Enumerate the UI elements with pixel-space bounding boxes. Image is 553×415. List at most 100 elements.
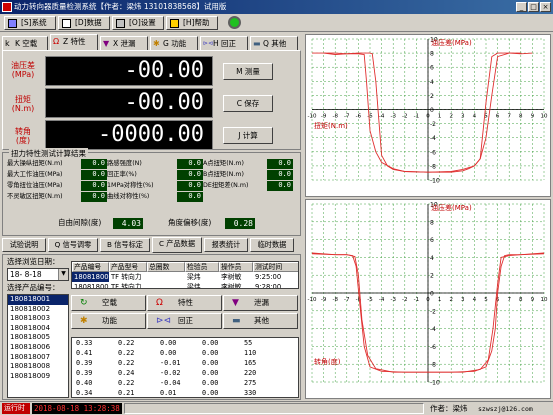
x-tick-label: 1: [438, 297, 442, 303]
product-list-item[interactable]: 180818008: [8, 362, 68, 372]
x-tick-label: 5: [484, 297, 488, 303]
grid-cell[interactable]: 李树敏: [219, 272, 253, 282]
grid-cell[interactable]: 梁炜: [185, 272, 219, 282]
tab-characteristic[interactable]: ΩZ 特性: [50, 34, 98, 50]
data-cell: 0.00: [160, 339, 177, 347]
other-icon: ▬: [232, 316, 241, 326]
y-tick-label: 2: [430, 93, 434, 100]
inner-no-load-button[interactable]: ↻ 空载: [71, 295, 146, 311]
x-tick-label: -7: [344, 114, 350, 120]
y-tick-label: -2: [430, 121, 436, 128]
data-table[interactable]: 0.33 0.22 0.00 0.00 55 0.41 0.22 0.00 0.00 110 0.3…: [71, 337, 299, 398]
status-running: 运行时: [2, 403, 30, 414]
menu-system-label: [S]系统: [21, 18, 47, 27]
grid-cell[interactable]: [147, 282, 185, 288]
inner-return-button[interactable]: ⊳⊲ 回正: [147, 313, 222, 329]
app-icon: [2, 2, 12, 12]
x-tick-label: -4: [379, 297, 385, 303]
product-list-item[interactable]: 180818004: [8, 324, 68, 334]
inner-return-button-label: 回正: [178, 316, 193, 325]
tab-function-label: G 功能: [163, 39, 187, 48]
bottom-tabs: 试验说明 Q 信号调零 B 信号标定 C 产品数据 报表统计 临时数据: [2, 237, 301, 253]
grid-header[interactable]: 检验员: [185, 262, 219, 272]
tab-no-load[interactable]: k K 空载: [2, 36, 48, 50]
inner-other-button-label: 其他: [254, 316, 269, 325]
data-cell: 0.01: [160, 389, 177, 397]
x-tick-label: -2: [402, 297, 407, 303]
grid-header[interactable]: 操作员: [219, 262, 253, 272]
date-select[interactable]: 18- 8-18 ▼: [7, 268, 69, 281]
inner-other-button[interactable]: ▬ 其他: [223, 313, 298, 329]
data-cell: 0.00: [202, 389, 219, 397]
x-tick-label: -2: [402, 114, 407, 120]
tab-signal-zero[interactable]: Q 信号调零: [48, 238, 98, 252]
tab-test-notes[interactable]: 试验说明: [2, 238, 46, 252]
grid-cell[interactable]: TF 转向力: [109, 282, 147, 288]
product-list-item[interactable]: 180818005: [8, 333, 68, 343]
angle-display: -0000.00: [45, 120, 213, 150]
data-cell: 0.00: [202, 339, 219, 347]
tab-other-label: Q 其他: [263, 39, 287, 48]
menu-settings[interactable]: [O]设置: [112, 16, 164, 30]
product-list-item[interactable]: 180818006: [8, 343, 68, 353]
data-cell: 110: [244, 349, 257, 357]
tab-report-stats[interactable]: 报表统计: [204, 238, 248, 252]
grid-cell[interactable]: 梁炜: [185, 282, 219, 288]
grid-header[interactable]: 产品编号: [72, 262, 109, 272]
y-tick-label: -8: [430, 163, 436, 170]
tab-function[interactable]: ✱ G 功能: [150, 36, 198, 50]
product-list-item[interactable]: 180818007: [8, 353, 68, 363]
product-list-item[interactable]: 180818001: [8, 295, 68, 305]
data-cell: 0.00: [202, 349, 219, 357]
maximize-button[interactable]: □: [528, 2, 539, 12]
return-icon: ⊳⊲: [203, 40, 214, 47]
tab-signal-calibration[interactable]: B 信号标定: [100, 238, 150, 252]
grid-header[interactable]: 产品型号: [109, 262, 147, 272]
close-button[interactable]: ×: [540, 2, 551, 12]
grid-header[interactable]: 总圈数: [147, 262, 185, 272]
tab-temp-data[interactable]: 临时数据: [250, 238, 294, 252]
tab-other[interactable]: ▬ Q 其他: [250, 36, 298, 50]
minimize-button[interactable]: _: [516, 2, 527, 12]
measure-button-label: M 测量: [236, 67, 260, 76]
chevron-down-icon[interactable]: ▼: [58, 269, 68, 280]
tab-no-load-label: K 空载: [15, 39, 38, 48]
grid-cell[interactable]: [147, 272, 185, 282]
tab-return[interactable]: ⊳⊲ H 回正: [200, 36, 248, 50]
result-label: 不灵敏区扭矩(N.m): [7, 193, 63, 200]
save-button[interactable]: C 保存: [223, 95, 273, 112]
date-label: 选择浏览日期：: [7, 257, 60, 266]
series-line: [323, 52, 521, 173]
tab-product-data[interactable]: C 产品数据: [152, 237, 202, 253]
product-list-item[interactable]: 180818003: [8, 314, 68, 324]
inner-function-button[interactable]: ✱ 功能: [71, 313, 146, 329]
calculate-button[interactable]: J 计算: [223, 127, 273, 144]
menu-data[interactable]: [D]数据: [58, 16, 110, 30]
tab-leakage[interactable]: ▼ X 泄漏: [100, 36, 148, 50]
grid-cell[interactable]: 180818001: [72, 272, 109, 282]
x-tick-label: 8: [519, 114, 523, 120]
other-icon: ▬: [253, 39, 261, 48]
y-tick-label: -4: [430, 326, 436, 333]
menu-system[interactable]: [S]系统: [4, 16, 56, 30]
inner-characteristic-button[interactable]: Ω 特性: [147, 295, 222, 311]
data-cell: 0.00: [202, 369, 219, 377]
oil-pressure-display: -00.00: [45, 56, 213, 86]
grid-cell[interactable]: 9:25:00: [253, 272, 298, 282]
product-list-item[interactable]: 180818002: [8, 305, 68, 315]
data-cell: 0.22: [118, 359, 135, 367]
product-list-item[interactable]: 180818009: [8, 372, 68, 382]
oil-pressure-label: 油压差 (MPa): [7, 61, 39, 79]
product-list[interactable]: 180818001 180818002 180818003 180818004 1808…: [7, 294, 69, 398]
measure-button[interactable]: M 测量: [223, 63, 273, 80]
grid-cell[interactable]: 李树敏: [219, 282, 253, 288]
grid-cell[interactable]: TF 转向力: [109, 272, 147, 282]
grid-header[interactable]: 测试时间: [253, 262, 298, 272]
grid-cell[interactable]: 180818002: [72, 282, 109, 288]
result-value: 0.0: [81, 159, 107, 169]
grid-cell[interactable]: 9:28:00: [253, 282, 298, 288]
inner-leakage-button[interactable]: ▼ 泄漏: [223, 295, 298, 311]
x-tick-label: 4: [473, 297, 477, 303]
menu-help[interactable]: [H]帮助: [166, 16, 218, 30]
status-email: szwszj@126.com: [478, 405, 533, 413]
